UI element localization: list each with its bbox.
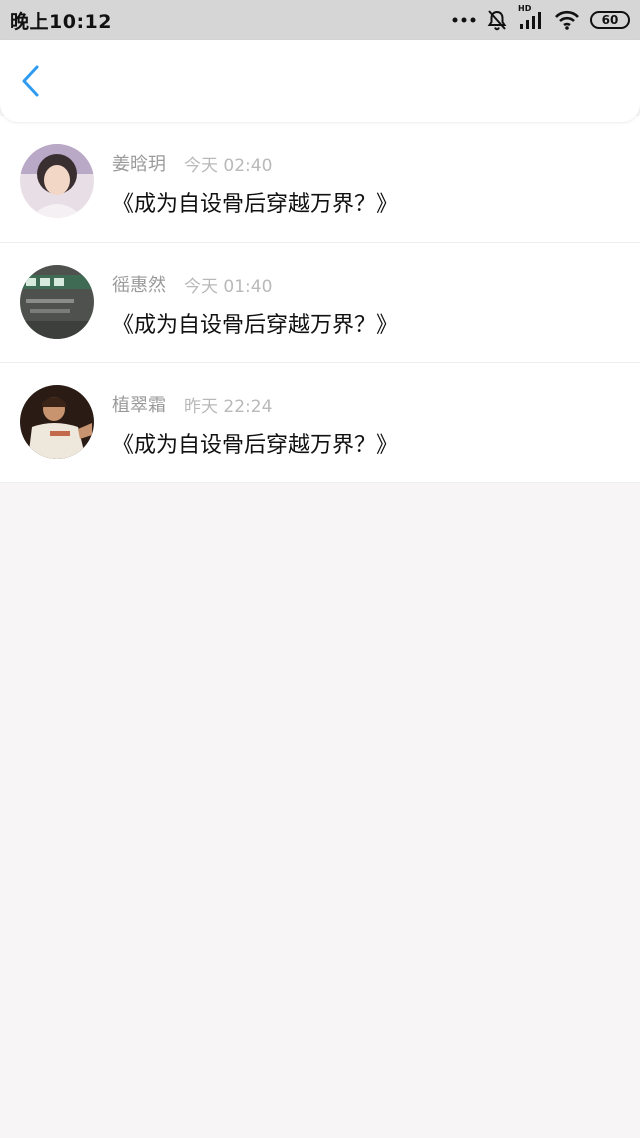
message-meta: 植翠霜 昨天 22:24 xyxy=(112,391,398,417)
status-bar: 晚上10:12 HD 60 xyxy=(0,0,640,40)
message-body: 徭惠然 今天 01:40 《成为自设骨后穿越万界？》 xyxy=(112,265,398,339)
message-text: 《成为自设骨后穿越万界？》 xyxy=(112,433,399,458)
message-text: 《成为自设骨后穿越万界？》 xyxy=(112,313,399,338)
message-body: 姜晗玥 今天 02:40 《成为自设骨后穿越万界？》 xyxy=(112,144,398,218)
chevron-left-icon xyxy=(22,65,39,97)
battery-indicator: 60 xyxy=(590,11,630,29)
sender-name[interactable]: 姜晗玥 xyxy=(112,150,166,176)
list-divider xyxy=(0,482,640,483)
back-button[interactable] xyxy=(20,56,50,106)
avatar-photo-3 xyxy=(20,385,94,459)
sender-name[interactable]: 徭惠然 xyxy=(112,271,166,297)
sender-name[interactable]: 植翠霜 xyxy=(112,391,166,417)
status-icons: HD 60 xyxy=(452,4,630,31)
avatar[interactable] xyxy=(20,144,94,218)
avatar[interactable] xyxy=(20,385,94,459)
message-time: 昨天 22:24 xyxy=(184,396,273,417)
more-dots-icon xyxy=(452,16,476,24)
wifi-icon xyxy=(554,10,580,30)
message-time: 今天 02:40 xyxy=(184,155,273,176)
header-bar xyxy=(0,40,640,122)
list-item[interactable]: 植翠霜 昨天 22:24 《成为自设骨后穿越万界？》 xyxy=(0,362,640,482)
avatar-photo-1 xyxy=(20,144,94,218)
list-item[interactable]: 徭惠然 今天 01:40 《成为自设骨后穿越万界？》 xyxy=(0,242,640,362)
list-item[interactable]: 姜晗玥 今天 02:40 《成为自设骨后穿越万界？》 xyxy=(0,122,640,242)
mute-bell-icon xyxy=(486,9,508,31)
avatar[interactable] xyxy=(20,265,94,339)
cellular-signal-icon: HD xyxy=(518,4,544,30)
message-body: 植翠霜 昨天 22:24 《成为自设骨后穿越万界？》 xyxy=(112,385,398,459)
message-text: 《成为自设骨后穿越万界？》 xyxy=(112,192,399,217)
message-meta: 徭惠然 今天 01:40 xyxy=(112,271,398,297)
message-time: 今天 01:40 xyxy=(184,276,273,297)
status-time: 晚上10:12 xyxy=(10,10,112,33)
avatar-photo-2 xyxy=(20,265,94,339)
message-list: 姜晗玥 今天 02:40 《成为自设骨后穿越万界？》 徭惠然 今天 01:40 xyxy=(0,116,640,482)
message-meta: 姜晗玥 今天 02:40 xyxy=(112,150,398,176)
hd-label: HD xyxy=(518,4,532,13)
